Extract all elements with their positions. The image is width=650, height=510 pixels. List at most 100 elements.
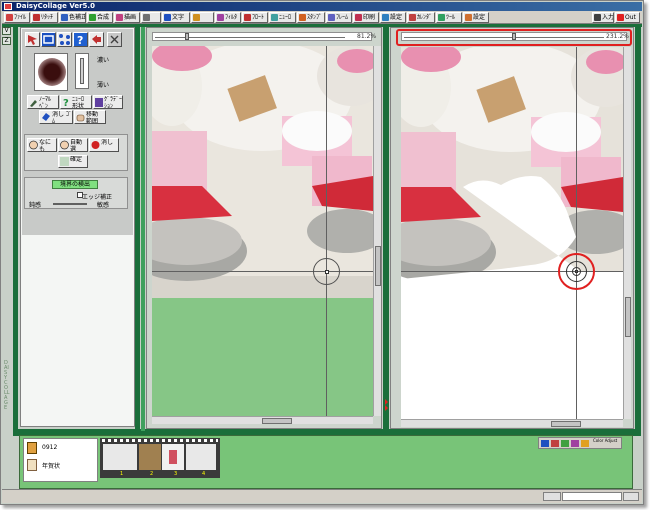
face-icon xyxy=(60,140,69,150)
right-vertical-scrollbar[interactable] xyxy=(623,47,631,419)
eraser-button[interactable]: 消し ｺﾞﾑ xyxy=(39,110,73,124)
left-zoom-slider[interactable] xyxy=(152,32,372,41)
right-zoom-track xyxy=(404,37,604,38)
rect-select-button[interactable] xyxy=(41,32,56,47)
menu-item-10[interactable]: ﾆｭｰﾛ xyxy=(269,12,296,23)
right-zoom-value: 231.2% xyxy=(606,33,629,40)
view-tab-z[interactable]: Z xyxy=(2,37,11,45)
menu-item-3[interactable]: 合成 xyxy=(87,12,113,23)
density-slider[interactable] xyxy=(75,53,89,89)
nothing-button[interactable]: なにも xyxy=(27,138,57,152)
menu-item-label: ｽﾀﾝﾌﾟ xyxy=(307,14,323,21)
menu-item-5[interactable] xyxy=(141,12,161,23)
menu-item-12[interactable]: ﾌﾚｰﾑ xyxy=(326,12,352,23)
edge-correct-checkbox[interactable] xyxy=(77,192,83,198)
gradation-button[interactable]: ｸﾞﾗﾃﾞｰｼｮﾝ xyxy=(93,95,123,109)
right-zoom-slider[interactable] xyxy=(401,32,627,41)
bottom-toolbar: Color Adjust xyxy=(538,437,622,449)
move-tool-button[interactable] xyxy=(25,32,40,47)
menu-item-6[interactable]: 文字 xyxy=(162,12,190,23)
right-crosshair-vertical xyxy=(576,47,577,419)
normal-pen-button[interactable]: ﾉｰﾏﾙ ﾍﾟﾝ xyxy=(27,95,59,109)
right-cursor-highlight xyxy=(558,253,595,290)
move-range-label: 移動 範囲 xyxy=(86,111,99,124)
menu-item-0[interactable]: ﾌｧｲﾙ xyxy=(4,12,30,23)
menu-item-label: 文字 xyxy=(172,14,185,21)
menu-item-7[interactable] xyxy=(191,12,214,23)
output-button[interactable]: Out xyxy=(615,12,640,23)
node-select-button[interactable] xyxy=(57,32,72,47)
film-frame-3[interactable] xyxy=(162,444,184,470)
right-hscroll-thumb[interactable] xyxy=(551,421,581,427)
left-vscroll-thumb[interactable] xyxy=(375,246,381,286)
edge-detect-title: 境界の検出 xyxy=(52,180,98,189)
right-horizontal-scrollbar[interactable] xyxy=(401,419,623,427)
sensitive-label: 敏感 xyxy=(97,202,110,209)
page-scrollbar[interactable] xyxy=(562,492,622,501)
menu-item-11[interactable]: ｽﾀﾝﾌﾟ xyxy=(297,12,325,23)
menu-item-label: ﾘﾀｯﾁ xyxy=(41,14,54,21)
right-vscroll-thumb[interactable] xyxy=(625,297,631,337)
last-page-button[interactable] xyxy=(623,492,639,501)
left-canvas-image[interactable] xyxy=(152,46,373,416)
layout-tool-icon[interactable] xyxy=(551,440,559,447)
confirm-button[interactable]: 確定 xyxy=(58,155,88,168)
nothing-label: なにも xyxy=(39,139,52,152)
window-title: DaisyCollage Ver5.0 xyxy=(16,2,95,10)
menu-item-label: 設定 xyxy=(473,14,486,21)
normal-pen-label: ﾉｰﾏﾙ ﾍﾟﾝ xyxy=(39,96,52,109)
sensitivity-slider[interactable] xyxy=(53,203,87,205)
left-horizontal-scrollbar[interactable] xyxy=(152,416,373,424)
print-tool-icon[interactable] xyxy=(561,440,569,447)
menu-item-8[interactable]: ﾌｨﾙﾀ xyxy=(215,12,241,23)
frame-tool-icon[interactable] xyxy=(581,440,589,447)
dull-label: 鈍感 xyxy=(29,202,42,209)
menu-item-16[interactable]: ﾂｰﾙ xyxy=(436,12,462,23)
erase-select-button[interactable]: 消し xyxy=(89,138,119,152)
help-button[interactable]: ? xyxy=(73,32,88,47)
menu-item-1[interactable]: ﾘﾀｯﾁ xyxy=(31,12,58,23)
title-bar: DaisyCollage Ver5.0 xyxy=(2,2,642,11)
film-frame-1[interactable] xyxy=(103,444,137,470)
menu-icon xyxy=(217,14,224,21)
film-frame-2[interactable] xyxy=(139,444,161,470)
right-canvas-image[interactable] xyxy=(401,47,623,419)
undo-button[interactable] xyxy=(89,32,104,47)
album-tool-icon[interactable] xyxy=(571,440,579,447)
menu-item-14[interactable]: 設定 xyxy=(380,12,406,23)
first-page-button[interactable] xyxy=(543,492,561,501)
text-tool-icon[interactable] xyxy=(541,440,549,447)
brush-icon xyxy=(30,100,37,107)
menu-icon xyxy=(89,14,96,21)
menu-item-9[interactable]: ﾌﾛｰﾄ xyxy=(242,12,268,23)
auto-select-label: 自動選 xyxy=(70,139,83,152)
menu-item-label: ﾌｨﾙﾀ xyxy=(225,14,238,21)
view-tab-v[interactable]: V xyxy=(2,27,11,35)
menu-icon xyxy=(438,14,445,21)
menu-item-4[interactable]: 描画 xyxy=(114,12,140,23)
right-zoom-thumb[interactable] xyxy=(512,33,516,40)
neuro-shape-button[interactable]: ? ﾆｭｰﾛ 形状 xyxy=(60,95,92,109)
panel-arrow-icon-2[interactable] xyxy=(385,405,388,411)
left-hscroll-thumb[interactable] xyxy=(262,418,292,424)
menu-item-label: ｶﾚﾝﾀﾞ xyxy=(417,14,433,21)
auto-select-button[interactable]: 自動選 xyxy=(58,138,88,152)
left-zoom-thumb[interactable] xyxy=(185,33,189,40)
film-frame-4[interactable] xyxy=(186,444,216,470)
menu-item-15[interactable]: ｶﾚﾝﾀﾞ xyxy=(407,12,435,23)
menu-item-2[interactable]: 色補正 xyxy=(59,12,86,23)
input-button[interactable]: 入力 xyxy=(592,12,614,23)
move-range-button[interactable]: 移動 範囲 xyxy=(74,110,106,124)
right-cursor-inner xyxy=(572,267,581,276)
undo-arrow-icon xyxy=(92,35,101,44)
menu-item-13[interactable]: 印刷 xyxy=(353,12,379,23)
film-strip[interactable]: 1 2 3 4 xyxy=(100,438,220,478)
svg-text:?: ? xyxy=(63,98,69,107)
left-vertical-scrollbar[interactable] xyxy=(373,46,381,416)
density-slider-thumb[interactable] xyxy=(80,58,84,84)
menu-icon xyxy=(409,14,416,21)
file-label[interactable]: 年賀状 xyxy=(42,461,60,470)
close-tool-button[interactable] xyxy=(107,32,122,47)
menu-item-17[interactable]: 設定 xyxy=(463,12,489,23)
color-adjust-label[interactable]: Color Adjust xyxy=(593,439,621,443)
